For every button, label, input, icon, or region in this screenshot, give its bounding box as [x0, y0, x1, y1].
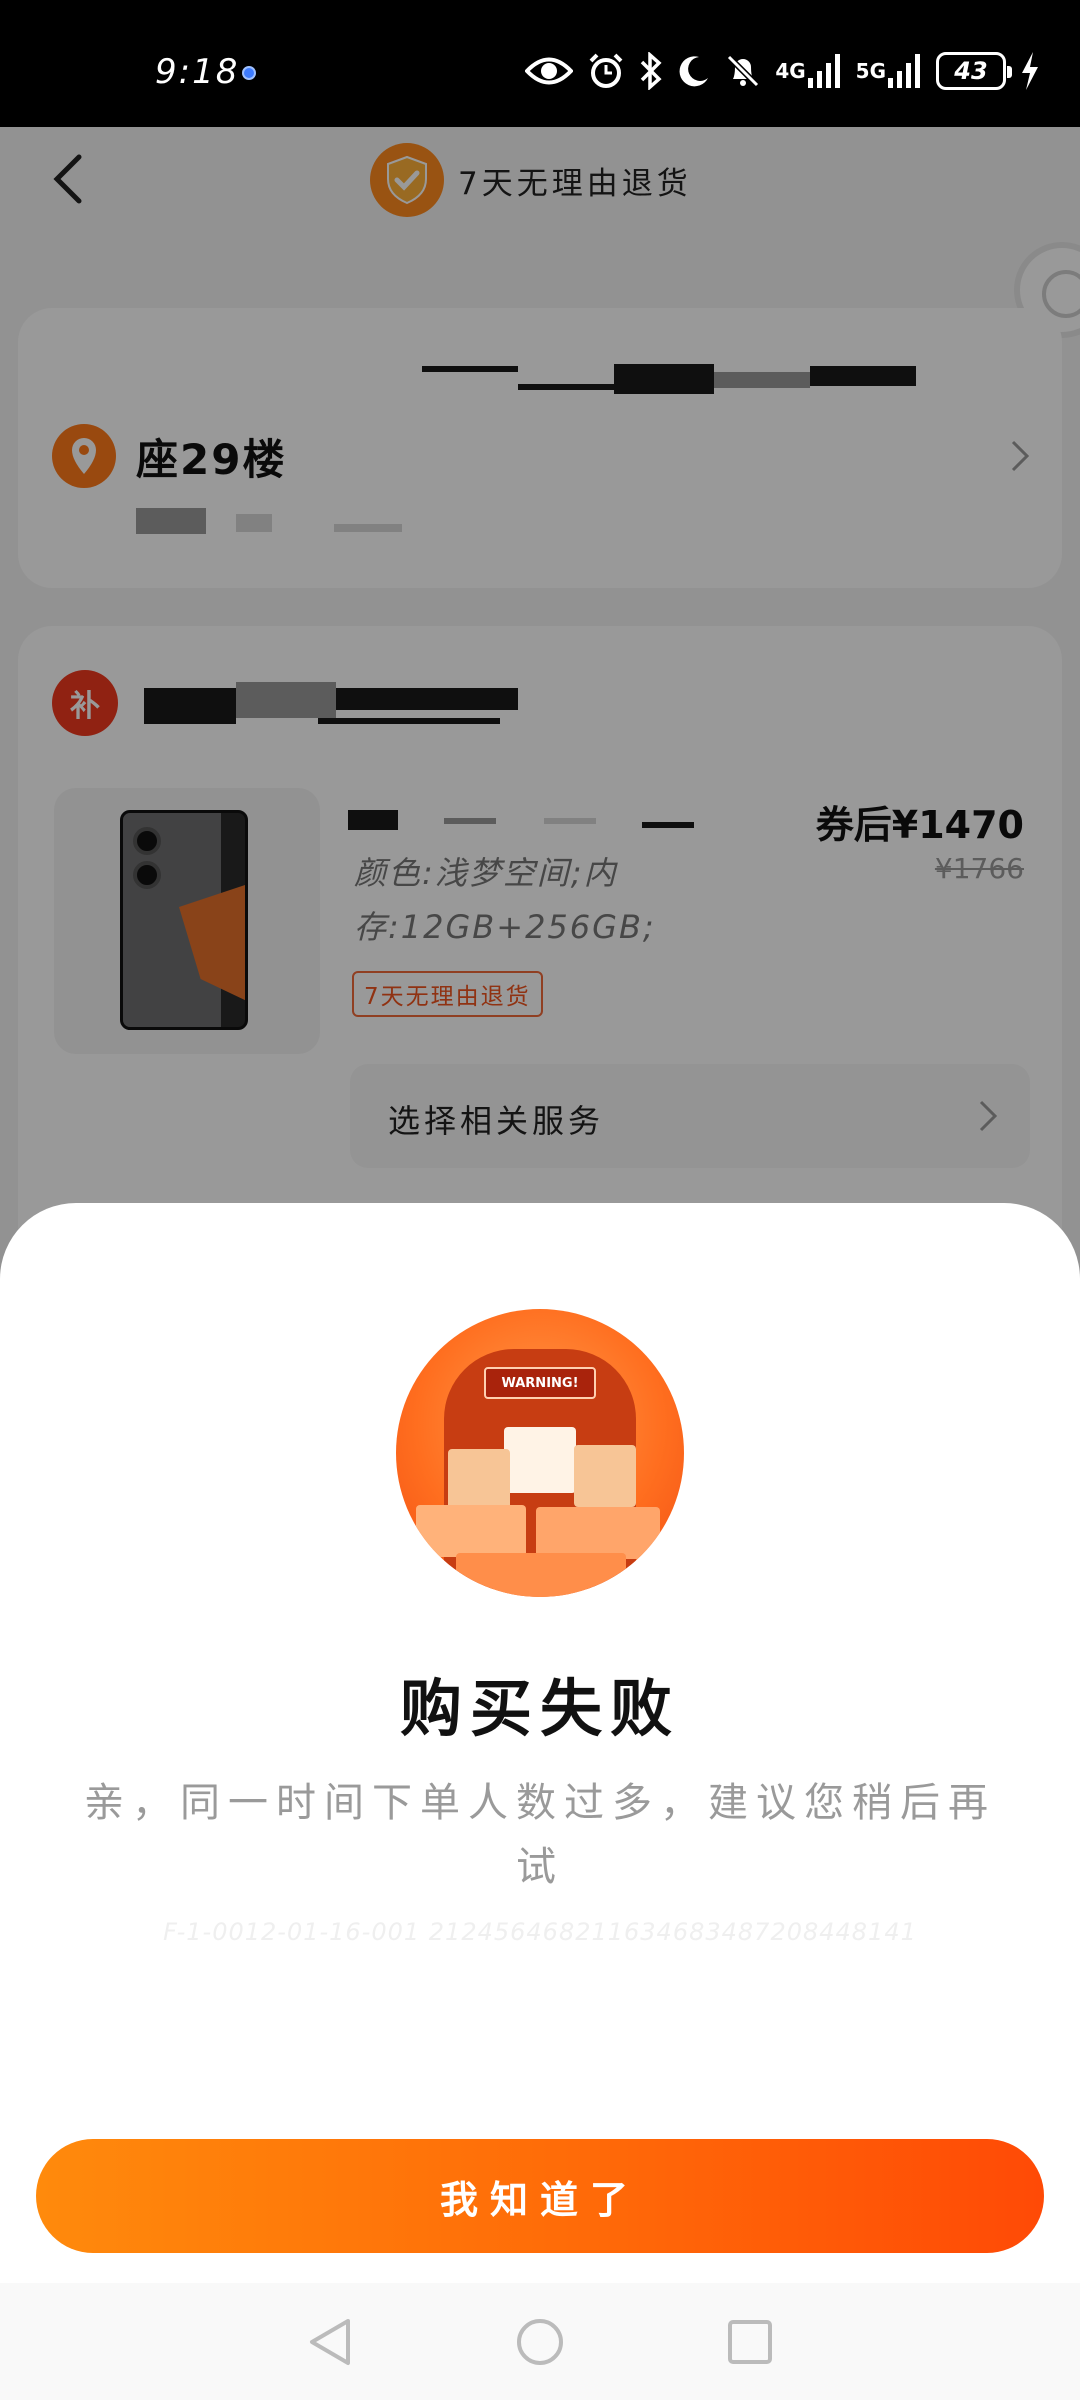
- status-time: 9:18: [155, 52, 240, 92]
- dialog-message: 亲，同一时间下单人数过多，建议您稍后再试: [84, 1780, 996, 1890]
- circle-home-icon: [517, 2318, 563, 2365]
- bluetooth-icon: [639, 51, 663, 91]
- error-code: F-1-0012-01-16-001 212456468211634683487…: [163, 1918, 917, 1946]
- status-bar: 9:18 4G 5G 43: [0, 0, 1080, 127]
- dialog-title: 购买失败: [399, 1672, 680, 1745]
- battery-icon: 43: [936, 52, 1012, 90]
- net-4g-label: 4G: [775, 59, 806, 83]
- nav-recents-button[interactable]: [720, 2312, 780, 2372]
- net-5g-label: 5G: [855, 59, 886, 83]
- warning-truck-illustration: WARNING!: [396, 1309, 684, 1597]
- triangle-back-icon: [310, 2318, 350, 2365]
- purchase-failed-sheet: WARNING! 购买失败 亲，同一时间下单人数过多，建议您稍后再试 F-1-0…: [0, 1203, 1080, 2283]
- signal-4g-icon: 4G: [775, 51, 841, 91]
- eye-icon: [525, 51, 574, 91]
- got-it-button[interactable]: 我知道了: [36, 2139, 1044, 2253]
- status-icons: 4G 5G 43: [525, 48, 1040, 94]
- screen: 9:18 4G 5G 43 7天无理由退货 座29楼 补 券后¥1470 ¥17…: [0, 0, 1080, 2400]
- system-nav-bar: [0, 2283, 1080, 2400]
- battery-level: 43: [954, 57, 988, 85]
- square-recents-icon: [728, 2319, 772, 2364]
- nav-home-button[interactable]: [510, 2312, 570, 2372]
- charging-icon: [1020, 51, 1040, 91]
- nav-back-button[interactable]: [300, 2312, 360, 2372]
- notification-dot-icon: [242, 66, 256, 80]
- mute-bell-icon: [725, 51, 761, 91]
- warning-sign: WARNING!: [484, 1367, 596, 1399]
- alarm-icon: [587, 51, 625, 91]
- signal-5g-icon: 5G: [856, 51, 922, 91]
- moon-icon: [677, 51, 711, 91]
